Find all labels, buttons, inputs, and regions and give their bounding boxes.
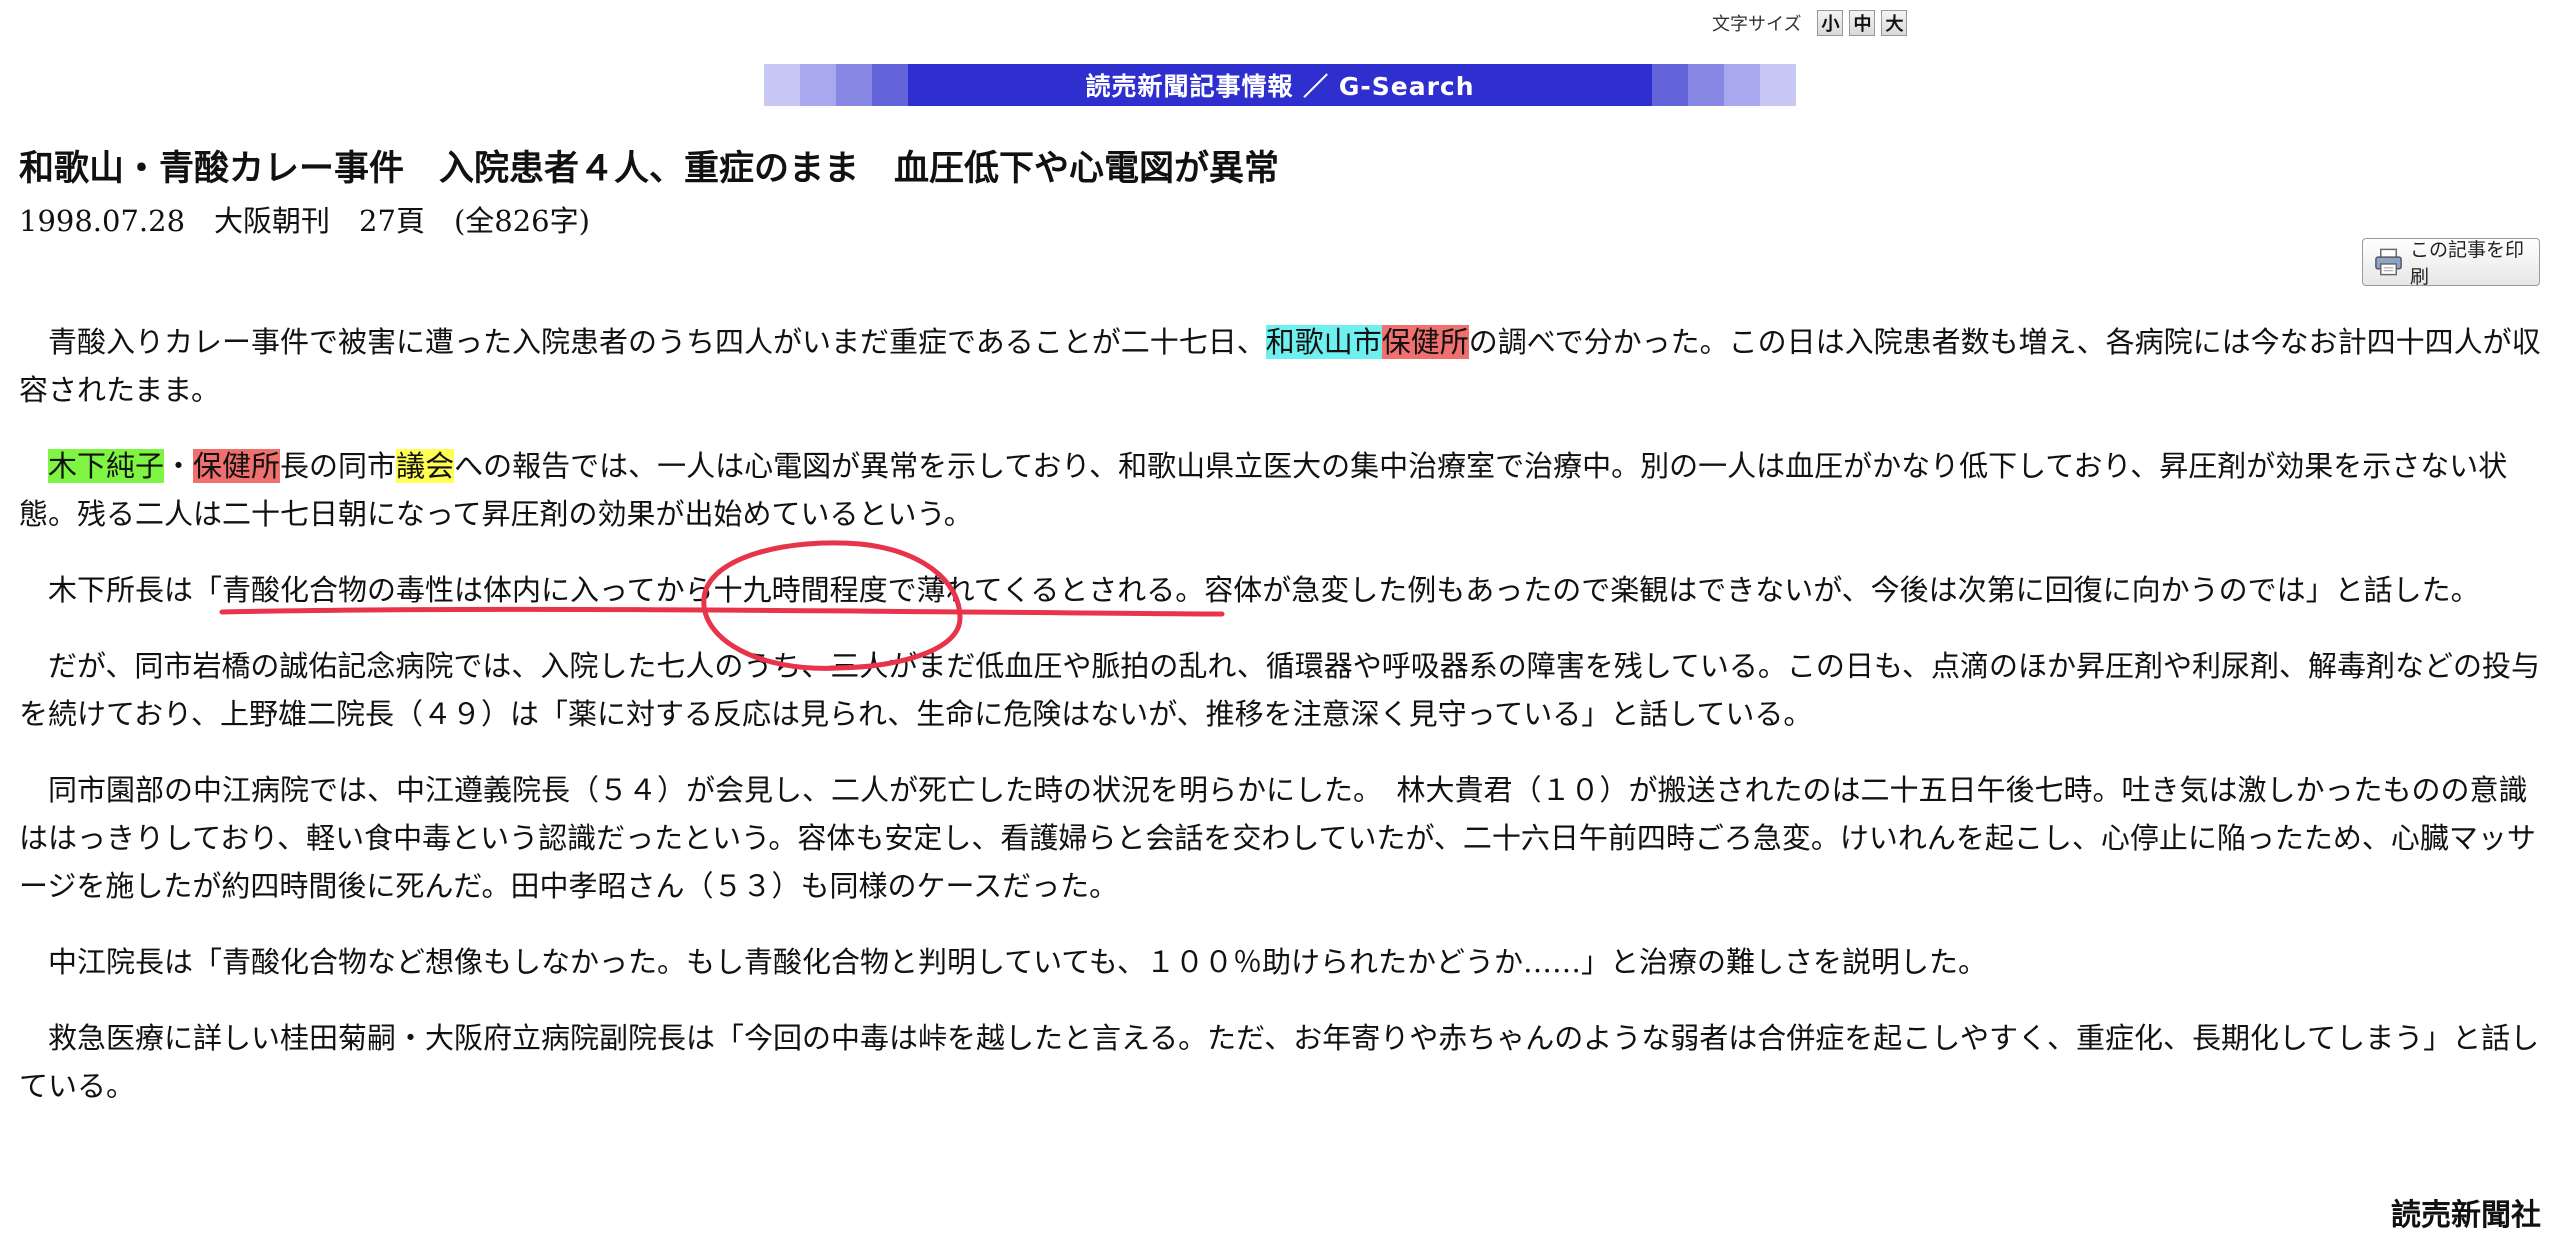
banner-title: 読売新聞記事情報 ／ G-Search [908,64,1652,106]
printer-icon [2375,248,2402,276]
font-size-large-button[interactable]: 大 [1881,10,1908,36]
highlight-keyword: 和歌山市 [1265,325,1382,359]
banner-stripe [764,64,800,106]
banner-stripe [1760,64,1796,106]
font-size-medium-button[interactable]: 中 [1849,10,1876,36]
article-paragraph: 同市園部の中江病院では、中江遵義院長（５４）が会見し、二人が死亡した時の状況を明… [19,773,2536,903]
highlight-keyword: 木下純子 [48,449,165,483]
banner-stripe [800,64,836,106]
article-paragraph: 中江院長は「青酸化合物など想像もしなかった。もし青酸化合物と判明していても、１０… [48,945,1987,979]
banner-stripe [1688,64,1724,106]
paragraph-text: 容体が急変した例もあったので楽観はできないが、今後は次第に回復に向かうのでは」と… [1204,573,2480,607]
article-paragraph: 木下純子・保健所長の同市議会への報告では、一人は心電図が異常を示しており、和歌山… [19,442,2541,538]
article-page: 文字サイズ 小 中 大 読売新聞記事情報 ／ G-Search 和歌山・青酸カレ… [0,0,2560,1246]
header-banner: 読売新聞記事情報 ／ G-Search [764,64,1796,106]
paragraph-text: ・ [164,449,194,483]
highlight-keyword: 保健所 [193,449,281,483]
paragraph-text: 木下所長は [48,573,194,607]
print-article-label: この記事を印刷 [2410,239,2525,288]
paragraph-text: 長の同市 [280,449,397,483]
highlight-keyword: 議会 [396,449,455,483]
annotated-quote: 「青酸化合物の毒性は体内に入ってから十九時間程度で薄れてくるとされる。 [193,573,1205,607]
banner-stripe [1652,64,1688,106]
banner-stripe [1724,64,1760,106]
article-paragraph: 救急医療に詳しい桂田菊嗣・大阪府立病院副院長は「今回の中毒は峠を越したと言える。… [19,1021,2540,1103]
font-size-small-button[interactable]: 小 [1817,10,1844,36]
banner-stripe [836,64,872,106]
article-paragraph: だが、同市岩橋の誠佑記念病院では、入院した七人のうち、三人がまだ低血圧や脈拍の乱… [19,649,2540,731]
publisher-byline: 読売新聞社 [2391,1198,2541,1233]
article-body: 青酸入りカレー事件で被害に遭った入院患者のうち四人がいまだ重症であることが二十七… [19,318,2541,1138]
paragraph-text: 青酸入りカレー事件で被害に遭った入院患者のうち四人がいまだ重症であることが二十七… [48,325,1266,359]
font-size-controls: 文字サイズ 小 中 大 [1712,10,1908,36]
article-title: 和歌山・青酸カレー事件 入院患者４人、重症のまま 血圧低下や心電図が異常 [19,148,1280,189]
font-size-label: 文字サイズ [1712,14,1802,35]
article-paragraph: 木下所長は「青酸化合物の毒性は体内に入ってから十九時間程度で薄れてくるとされる。… [19,566,2541,614]
article-meta: 1998.07.28 大阪朝刊 27頁 (全826字) [19,204,590,238]
highlight-keyword: 保健所 [1381,325,1469,359]
print-article-button[interactable]: この記事を印刷 [2362,238,2540,288]
article-paragraph: 青酸入りカレー事件で被害に遭った入院患者のうち四人がいまだ重症であることが二十七… [19,318,2541,414]
banner-stripe [872,64,908,106]
